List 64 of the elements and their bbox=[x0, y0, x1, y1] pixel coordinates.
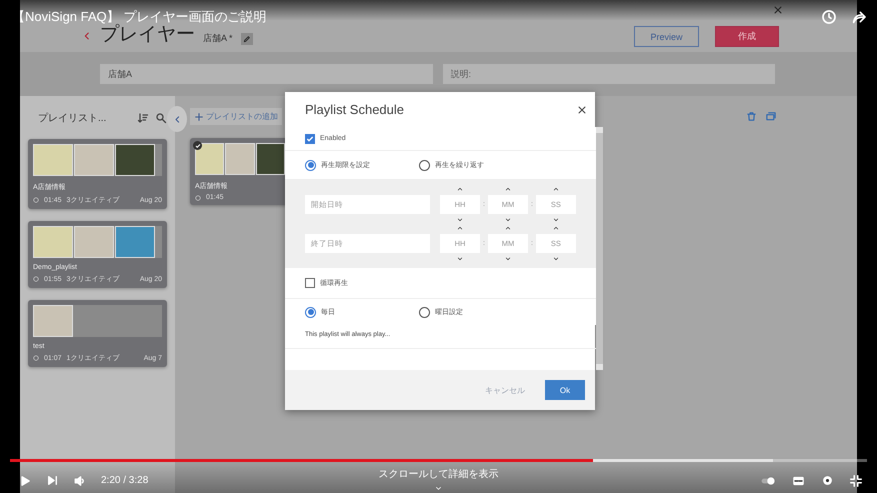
chevron-down-icon bbox=[504, 256, 512, 262]
photo-placeholder bbox=[115, 226, 155, 258]
clock-icon bbox=[33, 355, 39, 361]
chevron-down-icon bbox=[552, 256, 560, 262]
description-field[interactable]: 説明: bbox=[442, 64, 775, 84]
chevron-down-icon bbox=[552, 217, 560, 223]
photo-placeholder bbox=[115, 144, 155, 176]
playback-time: 2:20 / 3:28 bbox=[101, 475, 148, 486]
ok-button[interactable]: Ok bbox=[545, 380, 585, 400]
page-title: プレイヤー bbox=[100, 24, 195, 47]
photo-placeholder bbox=[195, 143, 224, 175]
store-tag: 店舗A * bbox=[203, 32, 233, 45]
chevron-up-icon bbox=[456, 186, 464, 192]
sidebar-title: プレイリスト... bbox=[38, 112, 108, 124]
photo-placeholder bbox=[74, 226, 114, 258]
fullscreen-exit-icon bbox=[849, 474, 863, 488]
checkbox[interactable] bbox=[305, 134, 315, 144]
search-icon bbox=[155, 112, 167, 124]
close-button[interactable] bbox=[577, 104, 587, 114]
radio-button[interactable] bbox=[419, 306, 430, 318]
photo-placeholder bbox=[33, 305, 73, 337]
chevron-down-icon bbox=[456, 256, 464, 262]
chevron-up-icon bbox=[504, 225, 512, 231]
photo-placeholder bbox=[256, 143, 285, 175]
plus-icon bbox=[194, 112, 204, 122]
chevron-down-icon bbox=[504, 217, 512, 223]
close-icon bbox=[577, 104, 587, 114]
chevron-up-icon bbox=[504, 186, 512, 192]
create-button[interactable]: 作成 bbox=[715, 26, 779, 47]
chevron-left-icon bbox=[172, 114, 182, 124]
radio-button[interactable] bbox=[305, 306, 316, 318]
cancel-button[interactable]: キャンセル bbox=[479, 384, 531, 396]
close-button[interactable] bbox=[773, 5, 783, 15]
share-icon bbox=[851, 9, 867, 25]
pencil-icon bbox=[242, 35, 251, 43]
checkbox[interactable] bbox=[305, 278, 315, 288]
radio-button[interactable] bbox=[305, 160, 316, 170]
check-icon[interactable] bbox=[193, 141, 202, 150]
chevron-down-icon bbox=[434, 485, 443, 492]
radio-button[interactable] bbox=[419, 160, 430, 170]
chevron-down-icon bbox=[456, 217, 464, 223]
clock-icon bbox=[195, 194, 201, 200]
chevron-up-icon bbox=[552, 225, 560, 231]
clock-icon bbox=[821, 9, 837, 25]
photo-placeholder bbox=[225, 143, 255, 175]
chevron-up-icon bbox=[552, 186, 560, 192]
photo-placeholder bbox=[33, 144, 73, 176]
sort-icon bbox=[137, 112, 149, 124]
trash-icon bbox=[746, 111, 757, 122]
close-icon bbox=[773, 5, 783, 15]
photo-placeholder bbox=[33, 226, 73, 258]
preview-button[interactable]: Preview bbox=[634, 26, 699, 47]
volume-icon bbox=[73, 474, 87, 488]
scroll-hint[interactable]: スクロールして詳細を表示 bbox=[378, 467, 498, 481]
add-playlist-button[interactable]: プレイリストの追加 bbox=[190, 108, 282, 125]
name-field[interactable]: 店舗A bbox=[100, 64, 432, 84]
chevron-up-icon bbox=[456, 225, 464, 231]
edit-button[interactable] bbox=[240, 33, 253, 45]
photo-placeholder bbox=[74, 144, 114, 176]
dialog-title: Playlist Schedule bbox=[305, 102, 404, 117]
skip-next-icon bbox=[46, 474, 59, 487]
layers-icon bbox=[765, 111, 777, 122]
clock-icon bbox=[33, 276, 39, 282]
clock-icon bbox=[33, 197, 39, 203]
